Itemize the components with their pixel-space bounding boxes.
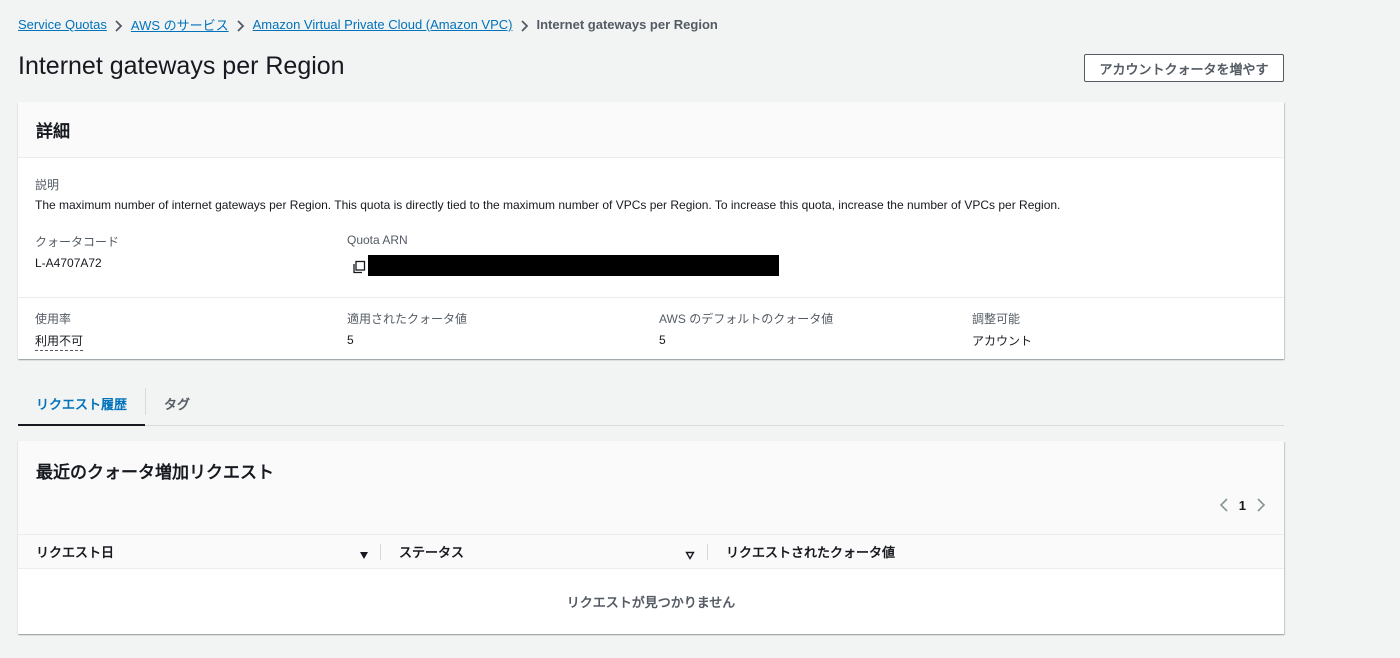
adjustable-label: 調整可能: [972, 312, 1021, 326]
adjustable-value: アカウント: [972, 334, 1033, 348]
empty-state-message: リクエストが見つかりません: [566, 595, 736, 610]
utilization-value[interactable]: 利用不可: [35, 332, 84, 351]
page-title: Internet gateways per Region: [18, 52, 345, 80]
default-quota-value: 5: [659, 333, 666, 347]
increase-account-quota-button[interactable]: アカウントクォータを増やす: [1084, 54, 1284, 82]
column-request-date[interactable]: リクエスト日: [36, 535, 114, 568]
divider: [18, 297, 1284, 298]
description-label: 説明: [35, 178, 60, 192]
requests-title: 最近のクォータ増加リクエスト: [36, 463, 274, 482]
chevron-right-icon[interactable]: [1256, 497, 1266, 513]
breadcrumb-current: Internet gateways per Region: [536, 17, 718, 32]
breadcrumb-link-amazon-vpc[interactable]: Amazon Virtual Private Cloud (Amazon VPC…: [253, 17, 513, 32]
current-page[interactable]: 1: [1239, 498, 1246, 513]
details-header: 詳細: [18, 102, 1284, 158]
applied-quota-label: 適用されたクォータ値: [347, 312, 468, 326]
sort-down-icon[interactable]: [359, 547, 369, 559]
pagination: 1: [1219, 497, 1266, 513]
tab-bar: リクエスト履歴 タグ: [18, 382, 1284, 426]
quota-code-value: L-A4707A72: [35, 256, 102, 270]
quota-code-label: クォータコード: [35, 235, 120, 249]
column-requested-value[interactable]: リクエストされたクォータ値: [726, 535, 895, 568]
copy-icon[interactable]: [352, 260, 366, 274]
quota-arn-label: Quota ARN: [347, 233, 408, 247]
breadcrumb-link-aws-services[interactable]: AWS のサービス: [131, 15, 229, 34]
description-value: The maximum number of internet gateways …: [35, 198, 1061, 212]
chevron-right-icon: [513, 17, 537, 32]
column-divider: [707, 544, 708, 560]
column-divider: [380, 544, 381, 560]
default-quota-label: AWS のデフォルトのクォータ値: [659, 312, 834, 326]
utilization-label: 使用率: [35, 312, 72, 326]
requests-panel: 最近のクォータ増加リクエスト 1 リクエスト日 ステータス リクエストされたクォ…: [18, 441, 1284, 634]
applied-quota-value: 5: [347, 333, 354, 347]
chevron-right-icon: [229, 17, 253, 32]
tab-request-history[interactable]: リクエスト履歴: [18, 382, 146, 426]
table-body: リクエストが見つかりません: [18, 569, 1284, 634]
breadcrumb: Service Quotas AWS のサービス Amazon Virtual …: [18, 15, 718, 34]
details-panel: 詳細 説明 The maximum number of internet gat…: [18, 102, 1284, 359]
table-header: リクエスト日 ステータス リクエストされたクォータ値: [18, 534, 1284, 569]
chevron-right-icon: [107, 17, 131, 32]
quota-arn-redacted: [368, 255, 779, 276]
details-title: 詳細: [36, 122, 70, 141]
sort-down-outline-icon[interactable]: [685, 547, 695, 560]
column-status[interactable]: ステータス: [399, 535, 464, 568]
chevron-left-icon[interactable]: [1219, 497, 1229, 513]
breadcrumb-link-service-quotas[interactable]: Service Quotas: [18, 17, 107, 32]
tab-tags[interactable]: タグ: [146, 382, 208, 425]
